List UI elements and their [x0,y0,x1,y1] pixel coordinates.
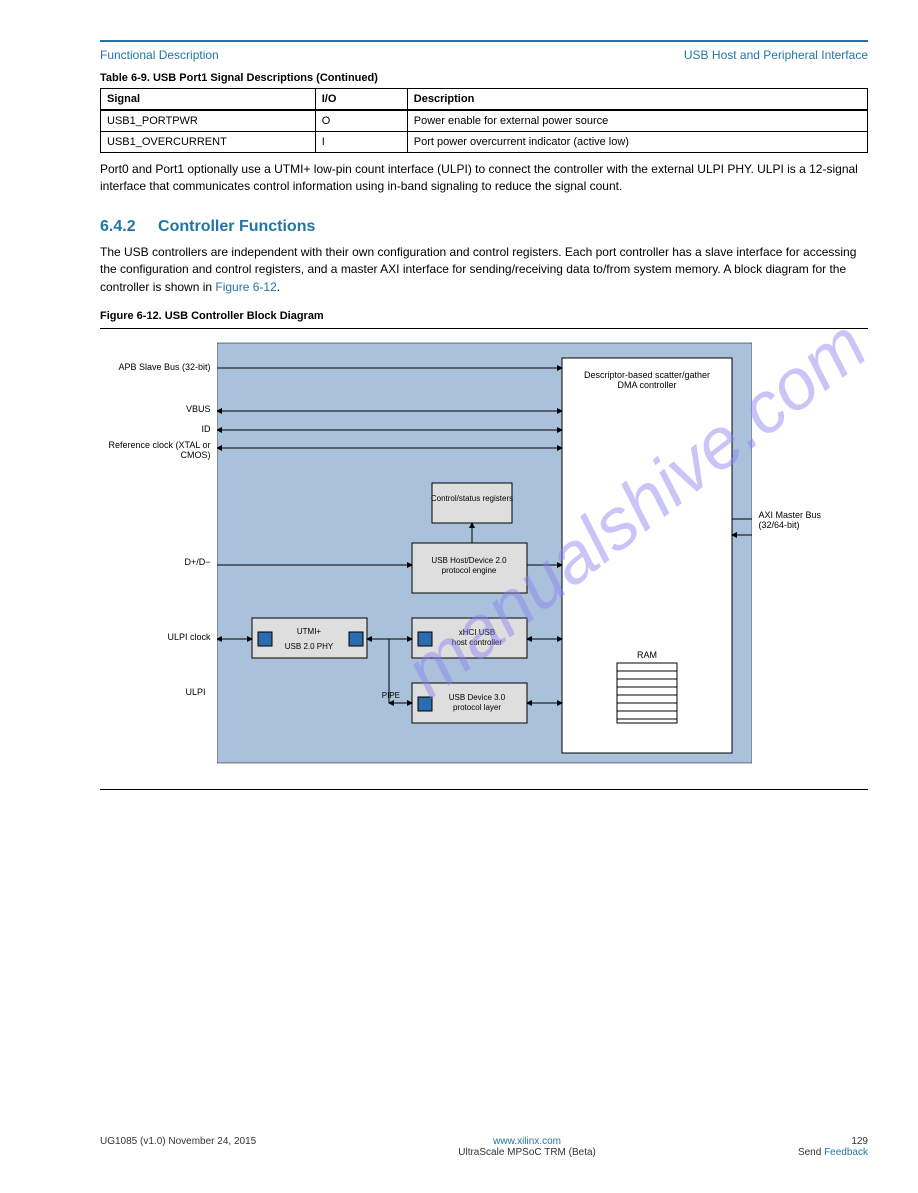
signals-table: Signal I/O Description USB1_PORTPWR O Po… [100,88,868,153]
txt-xhci: xHCI USBhost controller [451,628,502,647]
section-number: 6.4.2 [100,218,136,235]
footer-center-link[interactable]: www.xilinx.com [458,1136,596,1147]
label-ulpi-clk: ULPI clock [147,633,217,643]
label-ulpi: ULPI [181,688,211,698]
table-row: USB1_OVERCURRENT I Port power overcurren… [101,132,868,153]
label-id: ID [157,425,217,435]
th-desc: Description [407,89,867,111]
footer-page: 129 [798,1136,868,1147]
cell-desc: Power enable for external power source [407,110,867,132]
block-diagram: APB Slave Bus (32-bit) VBUS ID Reference… [217,333,752,783]
cell-signal: USB1_PORTPWR [101,110,316,132]
section-body: The USB controllers are independent with… [100,244,868,296]
section-body-text: The USB controllers are independent with… [100,245,856,294]
figure-title: Figure 6-12. USB Controller Block Diagra… [100,310,868,322]
footer: UG1085 (v1.0) November 24, 2015 www.xili… [100,1136,868,1158]
footer-feedback-link[interactable]: Feedback [824,1147,868,1158]
txt-pipe: PIPE [381,691,399,700]
header-rule [100,40,868,42]
header-row: Functional Description USB Host and Peri… [100,48,868,62]
txt-phy2: USB 2.0 PHY [284,642,333,651]
label-dplusminus: D+/D− [157,558,217,568]
txt-csr: Control/status registers [430,494,512,503]
cell-desc: Port power overcurrent indicator (active… [407,132,867,153]
cell-io: I [315,132,407,153]
figure-ref[interactable]: Figure 6-12 [215,280,276,294]
label-refclk: Reference clock (XTAL or CMOS) [97,441,217,461]
txt-ram: RAM [637,650,657,660]
th-signal: Signal [101,89,316,111]
header-left: Functional Description [100,48,219,62]
figure-top-rule [100,328,868,329]
intro-paragraph: Port0 and Port1 optionally use a UTMI+ l… [100,161,868,196]
figure-wrap: APB Slave Bus (32-bit) VBUS ID Reference… [100,333,868,783]
label-vbus: VBUS [157,405,217,415]
footer-center-title: UltraScale MPSoC TRM (Beta) [458,1147,596,1158]
section-title: Controller Functions [158,218,315,236]
cell-signal: USB1_OVERCURRENT [101,132,316,153]
txt-phy2-utmi: UTMI+ [296,627,321,636]
table-row: USB1_PORTPWR O Power enable for external… [101,110,868,132]
txt-protocol-engine: USB Host/Device 2.0protocol engine [431,556,507,575]
header-right: USB Host and Peripheral Interface [684,48,868,62]
txt-protocol-layer: USB Device 3.0protocol layer [448,693,505,712]
cell-io: O [315,110,407,132]
footer-docid: UG1085 (v1.0) November 24, 2015 [100,1136,256,1147]
table-header-row: Signal I/O Description [101,89,868,111]
label-slave-bus: APB Slave Bus (32-bit) [107,363,217,373]
label-master-bus: AXI Master Bus (32/64-bit) [759,511,839,531]
footer-send: Send [798,1147,824,1158]
table-title: Table 6-9. USB Port1 Signal Descriptions… [100,72,868,84]
figure-bottom-rule [100,789,868,790]
th-io: I/O [315,89,407,111]
diagram-svg: Descriptor-based scatter/gatherDMA contr… [217,333,752,783]
